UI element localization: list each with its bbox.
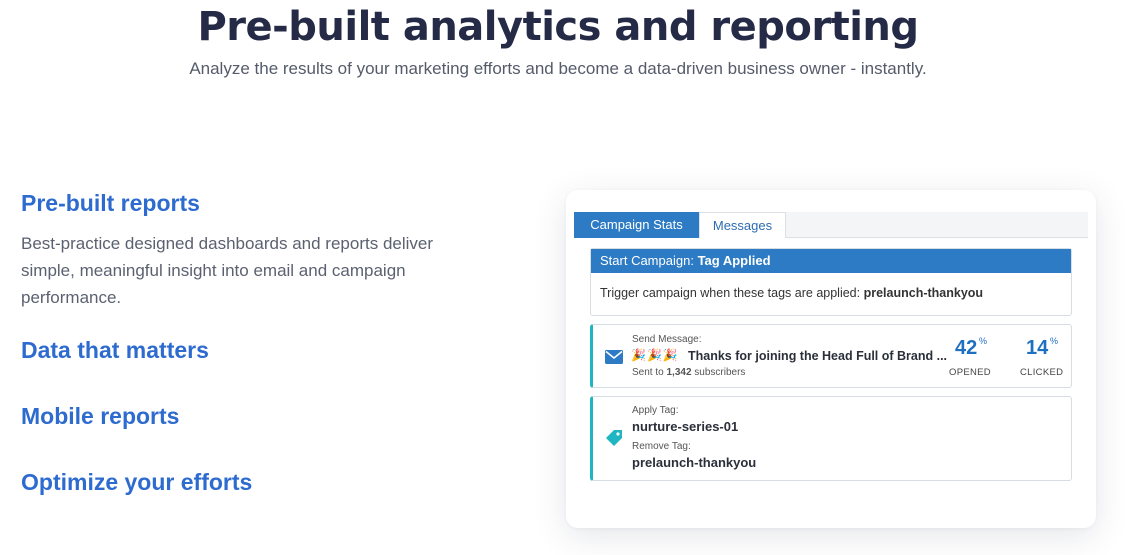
trigger-tag: prelaunch-thankyou [863,286,984,300]
feature-mobile-reports[interactable]: Mobile reports [21,403,179,430]
tab-messages[interactable]: Messages [699,212,786,238]
opened-label: OPENED [949,367,991,378]
apply-tag-label: Apply Tag: [632,405,679,416]
clicked-unit: % [1050,336,1059,346]
page-subtitle: Analyze the results of your marketing ef… [189,59,927,78]
start-campaign-body: Trigger campaign when these tags are app… [591,273,1071,313]
send-message-step[interactable]: Send Message: 🎉🎉🎉 Thanks for joining the… [590,324,1072,388]
tag-icon [605,429,623,452]
party-emoji: 🎉🎉🎉 [631,348,679,362]
message-subject[interactable]: Thanks for joining the Head Full of Bran… [688,349,947,363]
clicked-value: 14 [1026,337,1049,359]
feature-optimize-your-efforts[interactable]: Optimize your efforts [21,469,252,496]
feature-description: Best-practice designed dashboards and re… [21,234,434,307]
start-campaign-header: Start Campaign: Tag Applied [591,249,1071,273]
tab-bar: Campaign Stats Messages [574,212,1088,238]
trigger-text: Trigger campaign when these tags are app… [600,286,861,300]
start-campaign-box: Start Campaign: Tag Applied Trigger camp… [590,248,1072,316]
envelope-icon [605,350,623,369]
tag-step[interactable]: Apply Tag: nurture-series-01 Remove Tag:… [590,396,1072,481]
send-message-label: Send Message: [632,334,702,345]
sent-to-text: Sent to 1,342 subscribers [632,367,746,378]
clicked-label: CLICKED [1020,367,1064,378]
page-title: Pre-built analytics and reporting [197,4,919,50]
start-campaign-value: Tag Applied [697,253,771,268]
tab-campaign-stats[interactable]: Campaign Stats [574,212,699,238]
feature-data-that-matters[interactable]: Data that matters [21,337,209,364]
opened-unit: % [979,336,988,346]
remove-tag-label: Remove Tag: [632,441,691,452]
apply-tag-value: nurture-series-01 [632,419,739,434]
feature-pre-built-reports[interactable]: Pre-built reports [21,190,200,217]
remove-tag-value: prelaunch-thankyou [632,455,757,470]
start-campaign-label: Start Campaign: [600,253,694,268]
campaign-stats-card: Campaign Stats Messages Start Campaign: … [566,190,1096,528]
opened-value: 42 [955,337,978,359]
sent-count: 1,342 [666,367,692,378]
